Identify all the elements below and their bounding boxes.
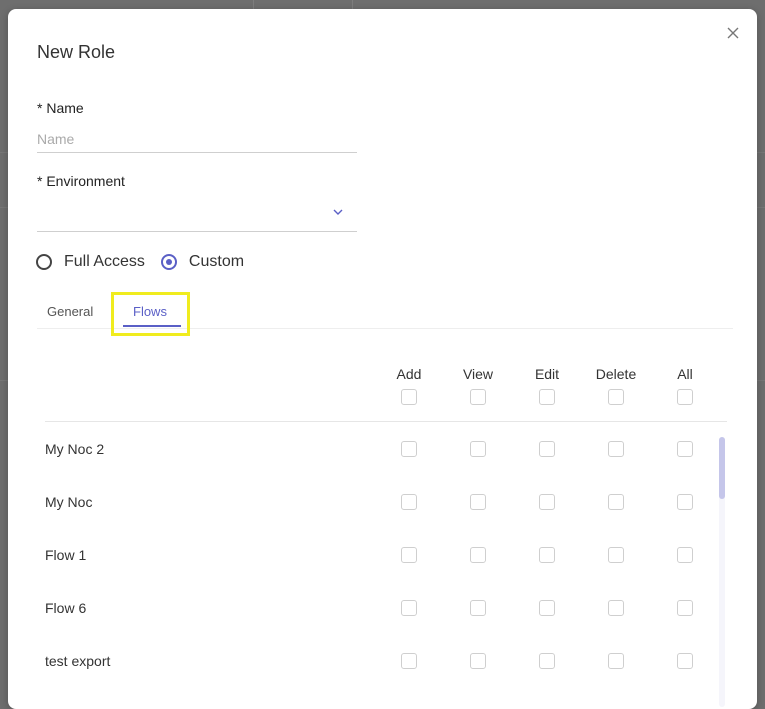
row-label: My Noc 2	[45, 441, 105, 457]
row-edit-checkbox[interactable]	[539, 494, 555, 510]
radio-full-access-label: Full Access	[64, 253, 145, 270]
header-all-checkbox[interactable]	[677, 389, 693, 405]
close-button[interactable]	[723, 23, 743, 43]
radio-full-access[interactable]: Full Access	[36, 253, 145, 271]
row-all-checkbox[interactable]	[677, 494, 693, 510]
row-all-checkbox[interactable]	[677, 600, 693, 616]
row-delete-checkbox[interactable]	[608, 494, 624, 510]
row-label: My Noc	[45, 494, 93, 510]
environment-label: * Environment	[37, 173, 125, 189]
list-scrollbar-thumb[interactable]	[719, 437, 725, 499]
header-view-checkbox[interactable]	[470, 389, 486, 405]
tab-general[interactable]: General	[47, 304, 93, 319]
row-label: test export	[45, 653, 111, 669]
new-role-modal: New Role * Name * Environment Full Acces…	[8, 9, 757, 709]
row-add-checkbox[interactable]	[401, 547, 417, 563]
column-edit: Edit	[534, 366, 560, 382]
row-add-checkbox[interactable]	[401, 653, 417, 669]
name-input[interactable]	[37, 126, 357, 153]
tab-flows-highlight	[111, 292, 190, 336]
row-delete-checkbox[interactable]	[608, 653, 624, 669]
column-all: All	[677, 366, 693, 382]
radio-custom-circle[interactable]	[160, 254, 177, 270]
header-delete-checkbox[interactable]	[608, 389, 624, 405]
row-edit-checkbox[interactable]	[539, 600, 555, 616]
row-view-checkbox[interactable]	[470, 653, 486, 669]
row-all-checkbox[interactable]	[677, 653, 693, 669]
access-radio-group: Full Access Custom	[36, 253, 260, 271]
environment-select[interactable]	[37, 199, 357, 232]
backdrop-divider	[253, 0, 254, 9]
name-label: * Name	[37, 100, 84, 116]
row-label: Flow 1	[45, 547, 87, 563]
row-all-checkbox[interactable]	[677, 441, 693, 457]
header-add-checkbox[interactable]	[401, 389, 417, 405]
row-add-checkbox[interactable]	[401, 494, 417, 510]
column-delete: Delete	[595, 366, 637, 382]
close-icon	[727, 27, 739, 39]
row-add-checkbox[interactable]	[401, 441, 417, 457]
row-label: Flow 6	[45, 600, 87, 616]
row-view-checkbox[interactable]	[470, 600, 486, 616]
radio-full-access-circle[interactable]	[36, 254, 52, 270]
column-view: View	[462, 366, 494, 382]
chevron-down-icon	[333, 209, 343, 215]
row-delete-checkbox[interactable]	[608, 600, 624, 616]
radio-custom[interactable]: Custom	[160, 253, 245, 271]
row-delete-checkbox[interactable]	[608, 441, 624, 457]
row-edit-checkbox[interactable]	[539, 653, 555, 669]
row-add-checkbox[interactable]	[401, 600, 417, 616]
column-add: Add	[396, 366, 422, 382]
row-edit-checkbox[interactable]	[539, 441, 555, 457]
radio-custom-label: Custom	[188, 253, 245, 270]
row-all-checkbox[interactable]	[677, 547, 693, 563]
row-edit-checkbox[interactable]	[539, 547, 555, 563]
modal-title: New Role	[37, 42, 116, 62]
header-edit-checkbox[interactable]	[539, 389, 555, 405]
row-view-checkbox[interactable]	[470, 547, 486, 563]
backdrop-divider	[352, 0, 353, 9]
row-view-checkbox[interactable]	[470, 441, 486, 457]
row-view-checkbox[interactable]	[470, 494, 486, 510]
row-delete-checkbox[interactable]	[608, 547, 624, 563]
table-header-divider	[45, 421, 727, 422]
